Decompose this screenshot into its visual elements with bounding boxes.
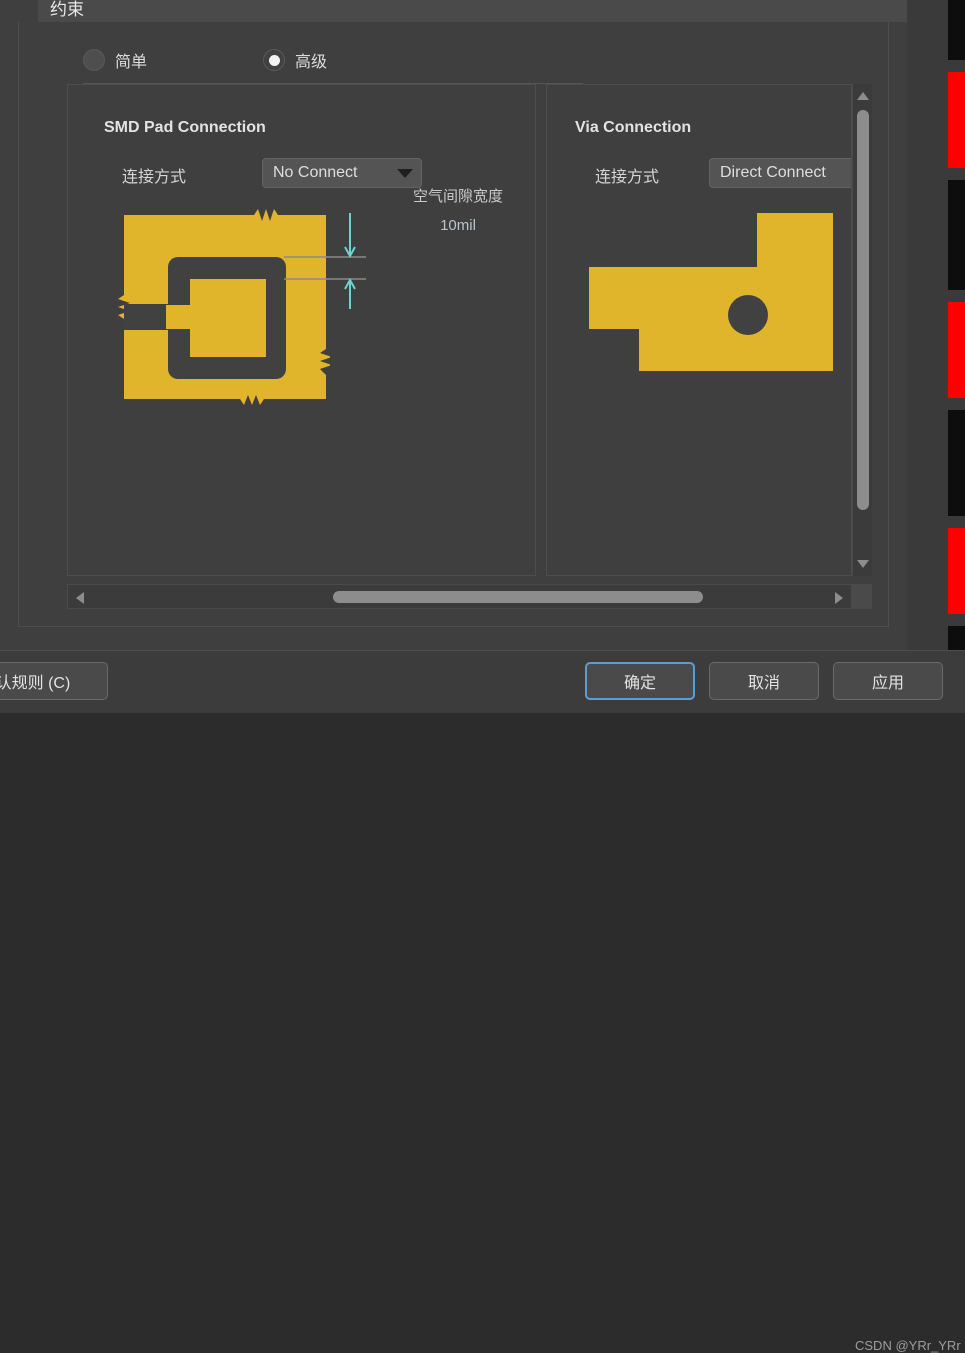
air-gap-arrows bbox=[344, 213, 356, 309]
smd-connection-dropdown[interactable]: No Connect bbox=[262, 158, 422, 188]
smd-group-title: SMD Pad Connection bbox=[104, 119, 266, 136]
ok-button[interactable]: 确定 bbox=[585, 662, 695, 700]
via-connection-value: Direct Connect bbox=[720, 164, 826, 181]
smd-connection-value: No Connect bbox=[273, 164, 358, 181]
strip-segment bbox=[948, 180, 965, 290]
strip-divider bbox=[948, 516, 965, 528]
via-connection-dropdown[interactable]: Direct Connect bbox=[709, 158, 851, 188]
strip-segment-highlight bbox=[948, 528, 965, 614]
tab-constraints[interactable]: 约束 bbox=[38, 0, 96, 22]
radio-simple[interactable]: 简单 bbox=[83, 48, 147, 72]
via-connection-group: Via Connection 连接方式 Direct Connect bbox=[546, 84, 852, 576]
right-edge-list bbox=[948, 0, 965, 712]
scrollbar-corner bbox=[852, 584, 872, 609]
apply-button[interactable]: 应用 bbox=[833, 662, 943, 700]
strip-divider bbox=[948, 398, 965, 410]
cancel-button[interactable]: 取消 bbox=[709, 662, 819, 700]
default-rules-button[interactable]: 认规则 (C) bbox=[0, 662, 108, 700]
constraints-dialog: 约束 简单 高级 SMD Pad Connection 连接方式 No Conn… bbox=[0, 0, 907, 712]
via-group-title: Via Connection bbox=[575, 119, 692, 136]
strip-segment bbox=[948, 0, 965, 60]
radio-advanced[interactable]: 高级 bbox=[263, 48, 327, 72]
smd-pad-connection-group: SMD Pad Connection 连接方式 No Connect 空气间隙宽… bbox=[67, 84, 536, 576]
via-hole bbox=[728, 295, 768, 335]
scroll-left-icon[interactable] bbox=[76, 592, 84, 604]
via-connection-label: 连接方式 bbox=[595, 169, 660, 186]
chevron-down-icon bbox=[397, 168, 413, 178]
watermark-text: CSDN @YRr_YRr bbox=[855, 1338, 961, 1353]
via-illustration bbox=[589, 213, 833, 371]
mode-selector: 简单 高级 bbox=[83, 48, 543, 80]
dialog-titlebar: 约束 bbox=[0, 0, 907, 22]
dialog-content: 简单 高级 SMD Pad Connection 连接方式 No Connect bbox=[18, 22, 889, 627]
strip-divider bbox=[948, 168, 965, 180]
scroll-down-icon[interactable] bbox=[857, 560, 869, 568]
vertical-scrollbar-thumb[interactable] bbox=[857, 110, 869, 510]
smd-pad bbox=[190, 279, 266, 357]
strip-segment bbox=[948, 410, 965, 516]
horizontal-scrollbar-thumb[interactable] bbox=[333, 591, 703, 603]
smd-connection-label: 连接方式 bbox=[122, 169, 187, 186]
right-edge-panel bbox=[907, 0, 965, 712]
radio-simple-dot[interactable] bbox=[83, 49, 105, 71]
air-gap-value: 10mil bbox=[440, 217, 476, 234]
scroll-up-icon[interactable] bbox=[857, 92, 869, 100]
via-copper-polygon bbox=[589, 213, 833, 371]
smd-pad-lead bbox=[166, 305, 196, 329]
radio-simple-label: 简单 bbox=[115, 54, 148, 71]
strip-segment-highlight bbox=[948, 72, 965, 168]
titlebar-gap bbox=[0, 0, 38, 22]
radio-advanced-label: 高级 bbox=[295, 54, 328, 71]
horizontal-scrollbar[interactable] bbox=[67, 584, 852, 609]
strip-divider bbox=[948, 614, 965, 626]
strip-divider bbox=[948, 60, 965, 72]
scroll-right-icon[interactable] bbox=[835, 592, 843, 604]
radio-advanced-dot[interactable] bbox=[263, 49, 285, 71]
strip-segment-highlight bbox=[948, 302, 965, 398]
dialog-footer: 认规则 (C) 确定 取消 应用 CSDN @YRr_YRr bbox=[0, 650, 965, 1353]
air-gap-title: 空气间隙宽度 bbox=[412, 188, 503, 205]
strip-divider bbox=[948, 290, 965, 302]
vertical-scrollbar[interactable] bbox=[852, 84, 872, 576]
